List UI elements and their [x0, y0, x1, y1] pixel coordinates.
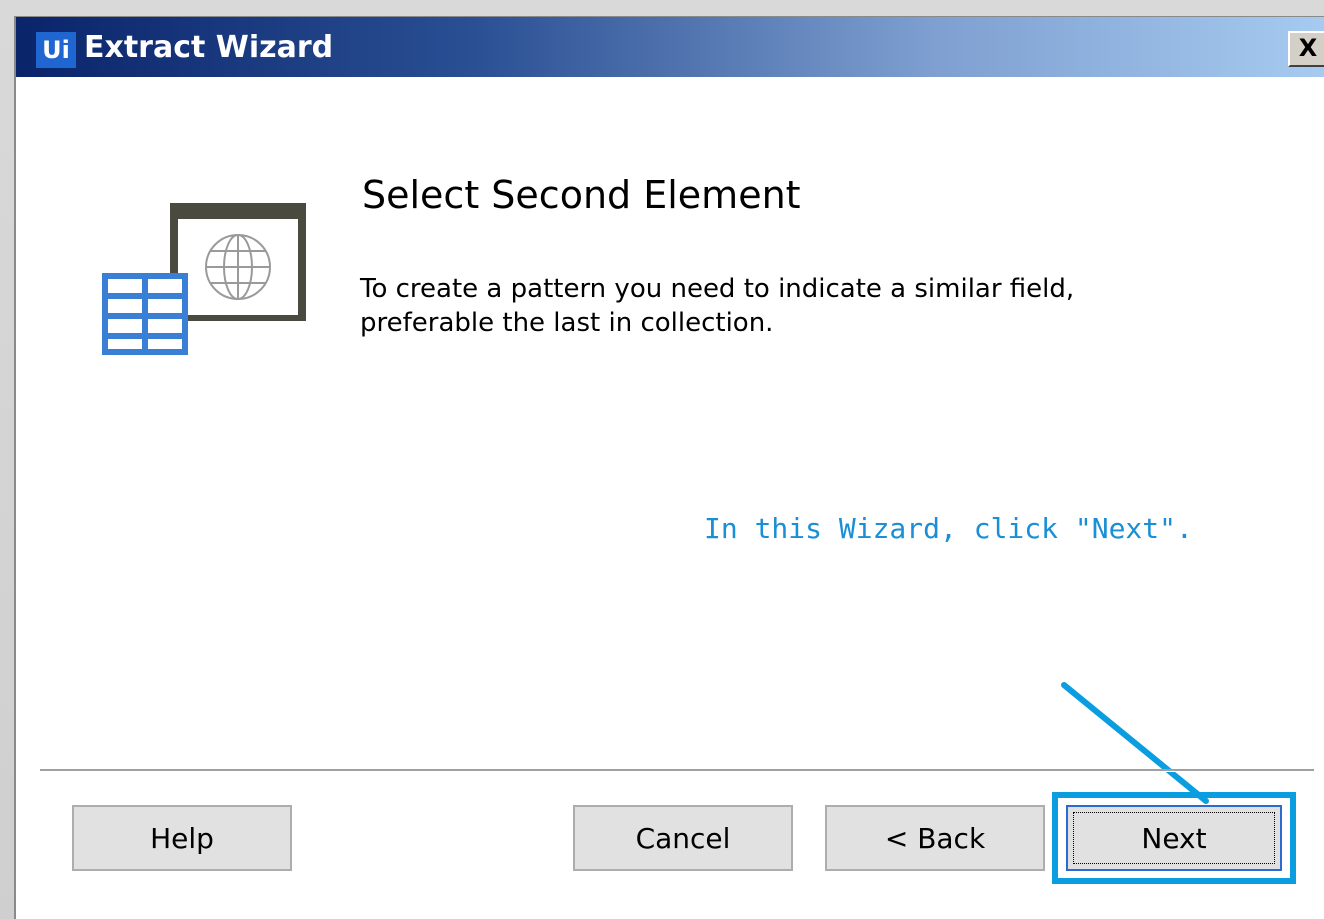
step-description: To create a pattern you need to indicate… [360, 272, 1260, 340]
button-separator [40, 769, 1314, 772]
back-button[interactable]: < Back [825, 805, 1045, 871]
help-button[interactable]: Help [72, 805, 292, 871]
step-title: Select Second Element [362, 173, 801, 217]
pointer-arrow-icon [1061, 682, 1209, 804]
step-description-line-1: To create a pattern you need to indicate… [360, 274, 1075, 304]
extract-wizard-window: Ui Extract Wizard X Select Second Elemen… [14, 16, 1324, 919]
next-button[interactable]: Next [1066, 805, 1282, 871]
tutorial-hint: In this Wizard, click "Next". [704, 512, 1193, 545]
title-bar[interactable]: Ui Extract Wizard X [16, 17, 1324, 77]
window-frame: Ui Extract Wizard X Select Second Elemen… [0, 0, 1324, 919]
focus-ring [1073, 812, 1275, 864]
cancel-button[interactable]: Cancel [573, 805, 793, 871]
close-button[interactable]: X [1288, 31, 1324, 67]
uipath-logo-icon: Ui [36, 32, 76, 68]
step-description-line-2: preferable the last in collection. [360, 308, 774, 338]
window-title: Extract Wizard [84, 30, 334, 65]
table-globe-icon [102, 203, 306, 355]
wizard-content: Select Second Element To create a patter… [16, 77, 1324, 919]
